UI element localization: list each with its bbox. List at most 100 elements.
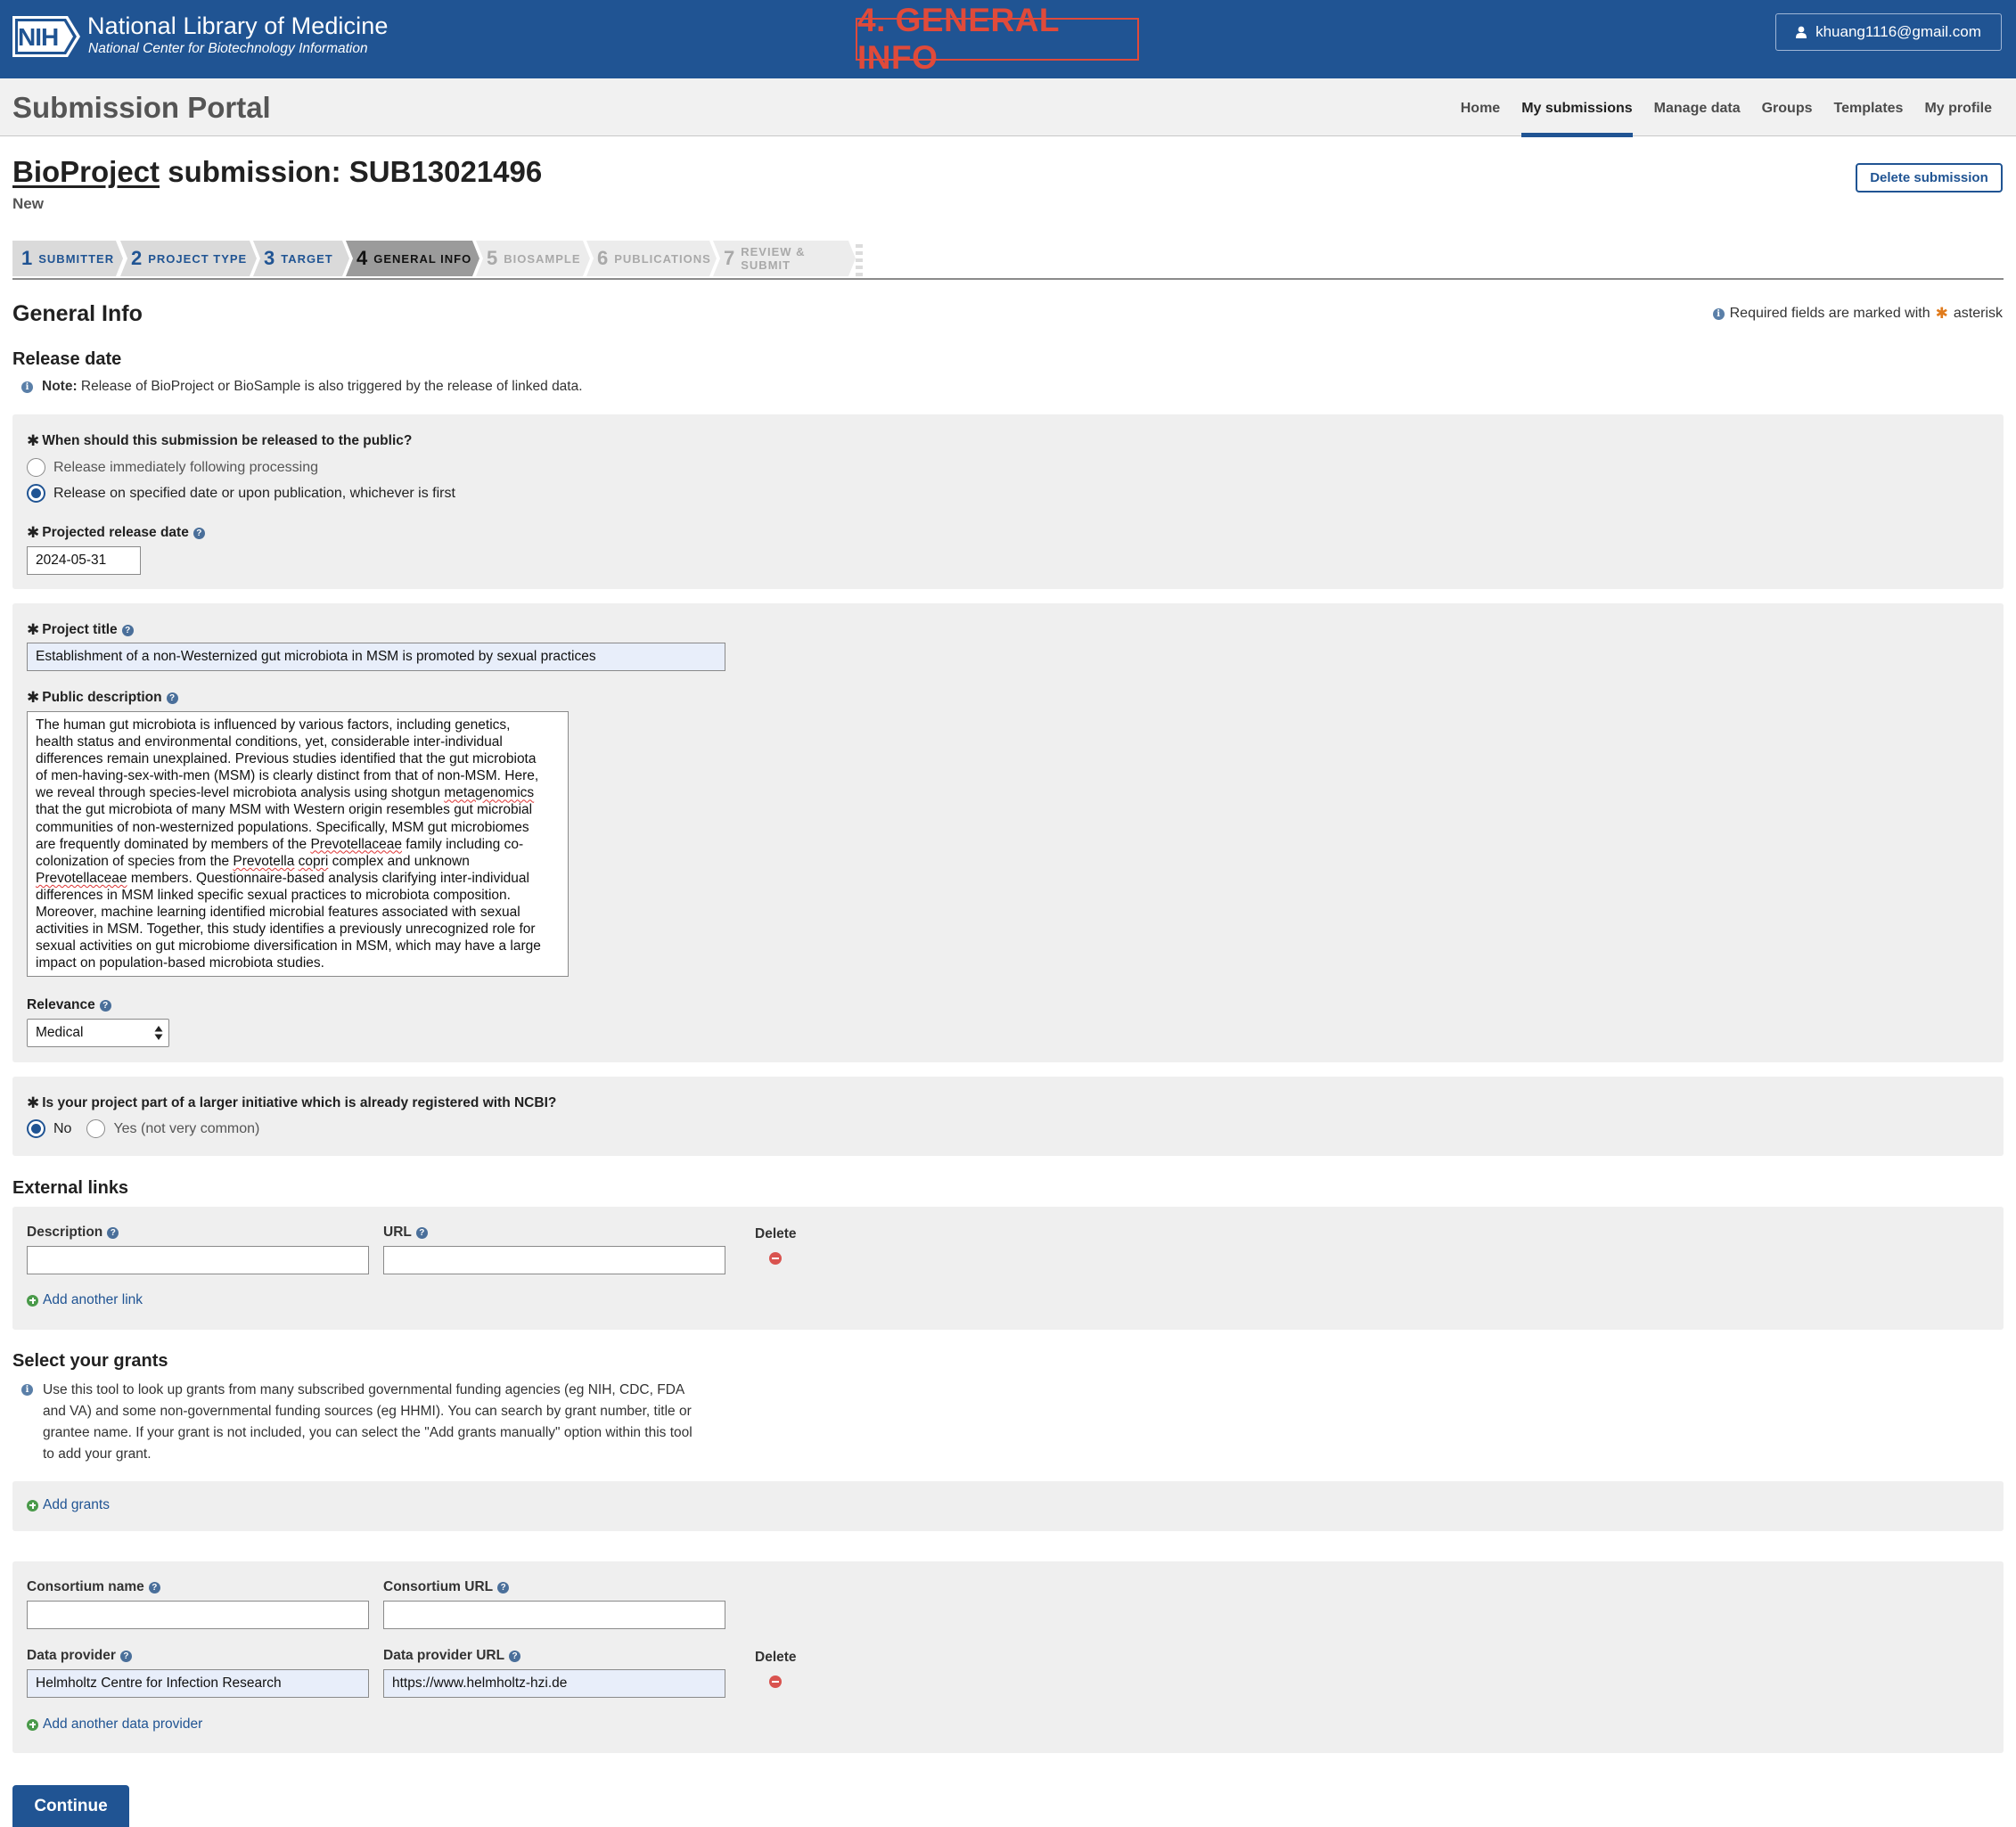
step-label: Target [281, 251, 333, 266]
nih-logo[interactable]: NIH [12, 16, 80, 57]
step-number: 6 [597, 247, 609, 269]
help-icon[interactable]: ? [497, 1581, 510, 1594]
consortium-url-input[interactable] [383, 1601, 725, 1629]
required-note-text-end: asterisk [1953, 306, 2003, 321]
public-description-label-text: Public description [42, 690, 162, 705]
step-label: General info [373, 251, 472, 266]
help-icon[interactable]: ? [119, 1650, 132, 1662]
help-icon[interactable]: ? [509, 1650, 521, 1662]
release-specified-radio[interactable] [27, 484, 45, 503]
relevance-label: Relevance? [27, 997, 111, 1013]
help-icon[interactable]: ? [107, 1226, 119, 1239]
release-immediate-radio[interactable] [27, 458, 45, 477]
initiative-question-text: Is your project part of a larger initiat… [42, 1095, 557, 1110]
required-fields-note: i Required fields are marked with ✱ aste… [1712, 305, 2003, 323]
add-another-data-provider-label: Add another data provider [43, 1716, 203, 1732]
grants-panel: Add grants [12, 1481, 2004, 1531]
release-date-input[interactable]: 2024-05-31 [27, 546, 141, 575]
step-general-info[interactable]: 4 General info [346, 241, 479, 276]
initiative-no-radio[interactable] [27, 1119, 45, 1138]
step-label: Submitter [38, 251, 115, 266]
submission-status: New [12, 195, 44, 212]
link-url-label-text: URL [383, 1225, 412, 1240]
help-icon[interactable]: ? [99, 999, 111, 1012]
plus-icon [27, 1499, 38, 1512]
add-another-link-label: Add another link [43, 1292, 143, 1307]
user-icon [1796, 26, 1807, 38]
bioproject-link[interactable]: BioProject [12, 155, 160, 188]
nav-manage-data[interactable]: Manage data [1643, 78, 1751, 136]
external-links-panel: Description? URL? Delete Add another lin… [12, 1207, 2004, 1330]
stepper-divider [12, 278, 2004, 280]
step-project-type[interactable]: 2 Project type [120, 241, 257, 276]
step-submitter[interactable]: 1 Submitter [12, 241, 123, 276]
data-provider-url-label: Data provider URL? [383, 1648, 521, 1664]
step-label: Review & submit [741, 245, 806, 272]
step-number: 1 [21, 247, 33, 269]
plus-icon [27, 1718, 38, 1731]
nav-home[interactable]: Home [1450, 78, 1511, 136]
initiative-yes-radio[interactable] [86, 1119, 106, 1138]
org-name[interactable]: National Library of Medicine [87, 12, 388, 40]
nih-logo-text: NIH [18, 23, 59, 51]
initiative-yes-label: Yes (not very common) [113, 1120, 260, 1136]
delete-link-icon[interactable] [769, 1252, 782, 1265]
external-links-heading: External links [12, 1178, 129, 1198]
link-url-input[interactable] [383, 1246, 725, 1274]
nav-groups[interactable]: Groups [1751, 78, 1823, 136]
consortium-url-label: Consortium URL? [383, 1579, 510, 1595]
continue-button[interactable]: Continue [12, 1785, 129, 1827]
release-date-label-text: Projected release date [42, 525, 189, 540]
consortium-url-label-text: Consortium URL [383, 1579, 494, 1594]
plus-icon [27, 1294, 38, 1307]
step-stamp: 4. GENERAL INFO [856, 2, 1139, 76]
add-grants-link[interactable]: Add grants [27, 1497, 110, 1513]
required-note-text: Required fields are marked with [1729, 306, 1930, 321]
step-number: 7 [724, 247, 735, 269]
consortium-panel: Consortium name? Consortium URL? Data pr… [12, 1561, 2004, 1753]
grants-info-text: Use this tool to look up grants from man… [43, 1382, 692, 1462]
project-title-label: ✱ Project title? [27, 621, 134, 639]
link-description-input[interactable] [27, 1246, 369, 1274]
nav-my-submissions[interactable]: My submissions [1511, 78, 1643, 137]
release-note: i Note: Release of BioProject or BioSamp… [21, 379, 583, 395]
help-icon[interactable]: ? [193, 527, 205, 539]
required-asterisk-icon: ✱ [27, 621, 40, 638]
delete-provider-icon[interactable] [769, 1675, 782, 1688]
select-arrows-icon [154, 1026, 163, 1040]
required-asterisk-icon: ✱ [27, 1094, 40, 1111]
relevance-select[interactable]: Medical [27, 1019, 169, 1047]
nav-templates[interactable]: Templates [1823, 78, 1914, 136]
portal-title[interactable]: Submission Portal [12, 91, 271, 125]
help-icon[interactable]: ? [415, 1226, 428, 1239]
nav-my-profile[interactable]: My profile [1914, 78, 2003, 136]
initiative-no-label: No [53, 1120, 72, 1136]
org-subtitle: National Center for Biotechnology Inform… [88, 41, 368, 56]
required-asterisk-icon: ✱ [27, 689, 40, 706]
delete-submission-button[interactable]: Delete submission [1856, 163, 2003, 193]
add-another-data-provider[interactable]: Add another data provider [27, 1716, 202, 1733]
release-specified-label: Release on specified date or upon public… [53, 485, 455, 501]
user-account-button[interactable]: khuang1116@gmail.com [1775, 13, 2002, 51]
release-question-text: When should this submission be released … [42, 433, 413, 448]
data-provider-input[interactable]: Helmholtz Centre for Infection Research [27, 1669, 369, 1698]
release-option-immediate[interactable]: Release immediately following processing [27, 458, 318, 477]
public-description-textarea[interactable]: The human gut microbiota is influenced b… [27, 711, 569, 977]
help-icon[interactable]: ? [148, 1581, 160, 1594]
step-target[interactable]: 3 Target [253, 241, 349, 276]
relevance-value: Medical [36, 1025, 84, 1040]
user-email: khuang1116@gmail.com [1815, 23, 1981, 40]
help-icon[interactable]: ? [121, 624, 134, 636]
relevance-label-text: Relevance [27, 997, 95, 1012]
project-title-input[interactable]: Establishment of a non-Westernized gut m… [27, 643, 725, 671]
add-another-link[interactable]: Add another link [27, 1292, 143, 1308]
data-provider-url-input[interactable]: https://www.helmholtz-hzi.de [383, 1669, 725, 1698]
help-icon[interactable]: ? [166, 692, 178, 704]
provider-delete-label: Delete [755, 1650, 797, 1665]
release-option-specified[interactable]: Release on specified date or upon public… [27, 484, 455, 503]
release-date-heading: Release date [12, 349, 122, 369]
consortium-name-label: Consortium name? [27, 1579, 160, 1595]
data-provider-label: Data provider? [27, 1648, 132, 1664]
step-number: 5 [487, 247, 498, 269]
consortium-name-input[interactable] [27, 1601, 369, 1629]
